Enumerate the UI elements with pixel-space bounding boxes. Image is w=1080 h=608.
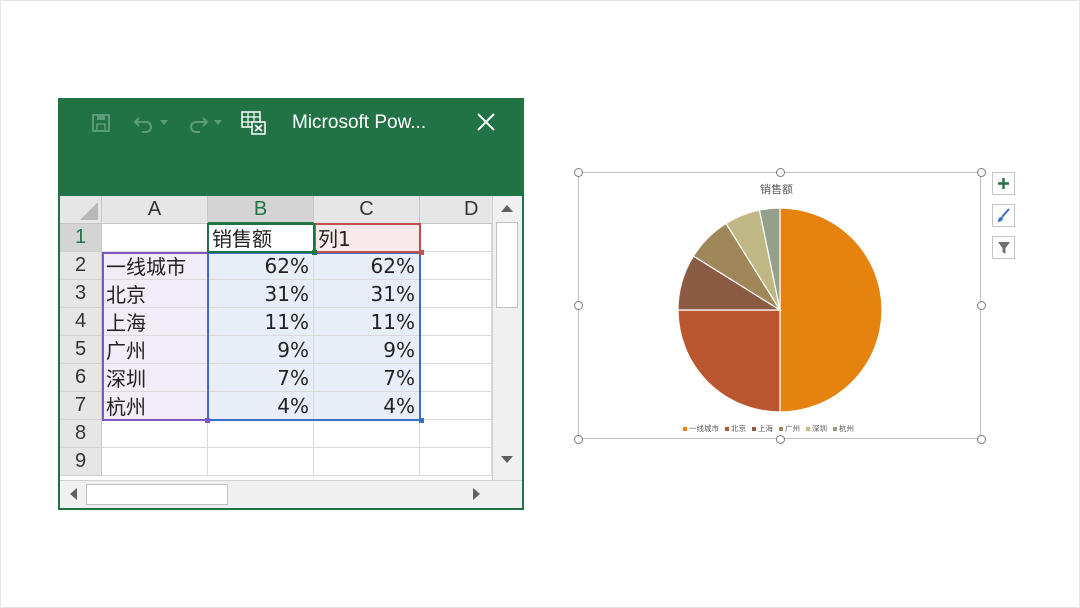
filter-icon <box>997 241 1010 254</box>
legend-label-5: 深圳 <box>812 424 827 433</box>
pie-chart <box>677 207 883 413</box>
legend-swatch-2 <box>725 426 729 431</box>
legend-swatch-1 <box>683 426 687 431</box>
legend-item-4[interactable]: 广州 <box>779 423 800 434</box>
chart-styles-button[interactable] <box>992 204 1015 227</box>
pie-slice-1[interactable] <box>779 207 883 413</box>
legend-swatch-5 <box>806 426 810 431</box>
legend-label-4: 广州 <box>785 424 800 433</box>
pie-slice-2[interactable] <box>677 309 781 413</box>
legend-label-1: 一线城市 <box>689 424 719 433</box>
legend-label-6: 杭州 <box>839 424 854 433</box>
legend-swatch-3 <box>752 426 756 431</box>
legend-item-5[interactable]: 深圳 <box>806 423 827 434</box>
legend-swatch-6 <box>833 426 837 431</box>
legend-item-3[interactable]: 上海 <box>752 423 773 434</box>
legend-item-2[interactable]: 北京 <box>725 423 746 434</box>
chart-filters-button[interactable] <box>992 236 1015 259</box>
legend-item-6[interactable]: 杭州 <box>833 423 854 434</box>
legend-label-2: 北京 <box>731 424 746 433</box>
legend-label-3: 上海 <box>758 424 773 433</box>
legend-swatch-4 <box>779 426 783 431</box>
chart-elements-button[interactable] <box>992 172 1015 195</box>
brush-icon <box>998 208 1010 222</box>
plus-icon <box>998 178 1009 189</box>
legend-item-1[interactable]: 一线城市 <box>683 423 719 434</box>
chart-legend[interactable]: 一线城市 北京 上海 广州 深圳 杭州 <box>683 423 854 434</box>
